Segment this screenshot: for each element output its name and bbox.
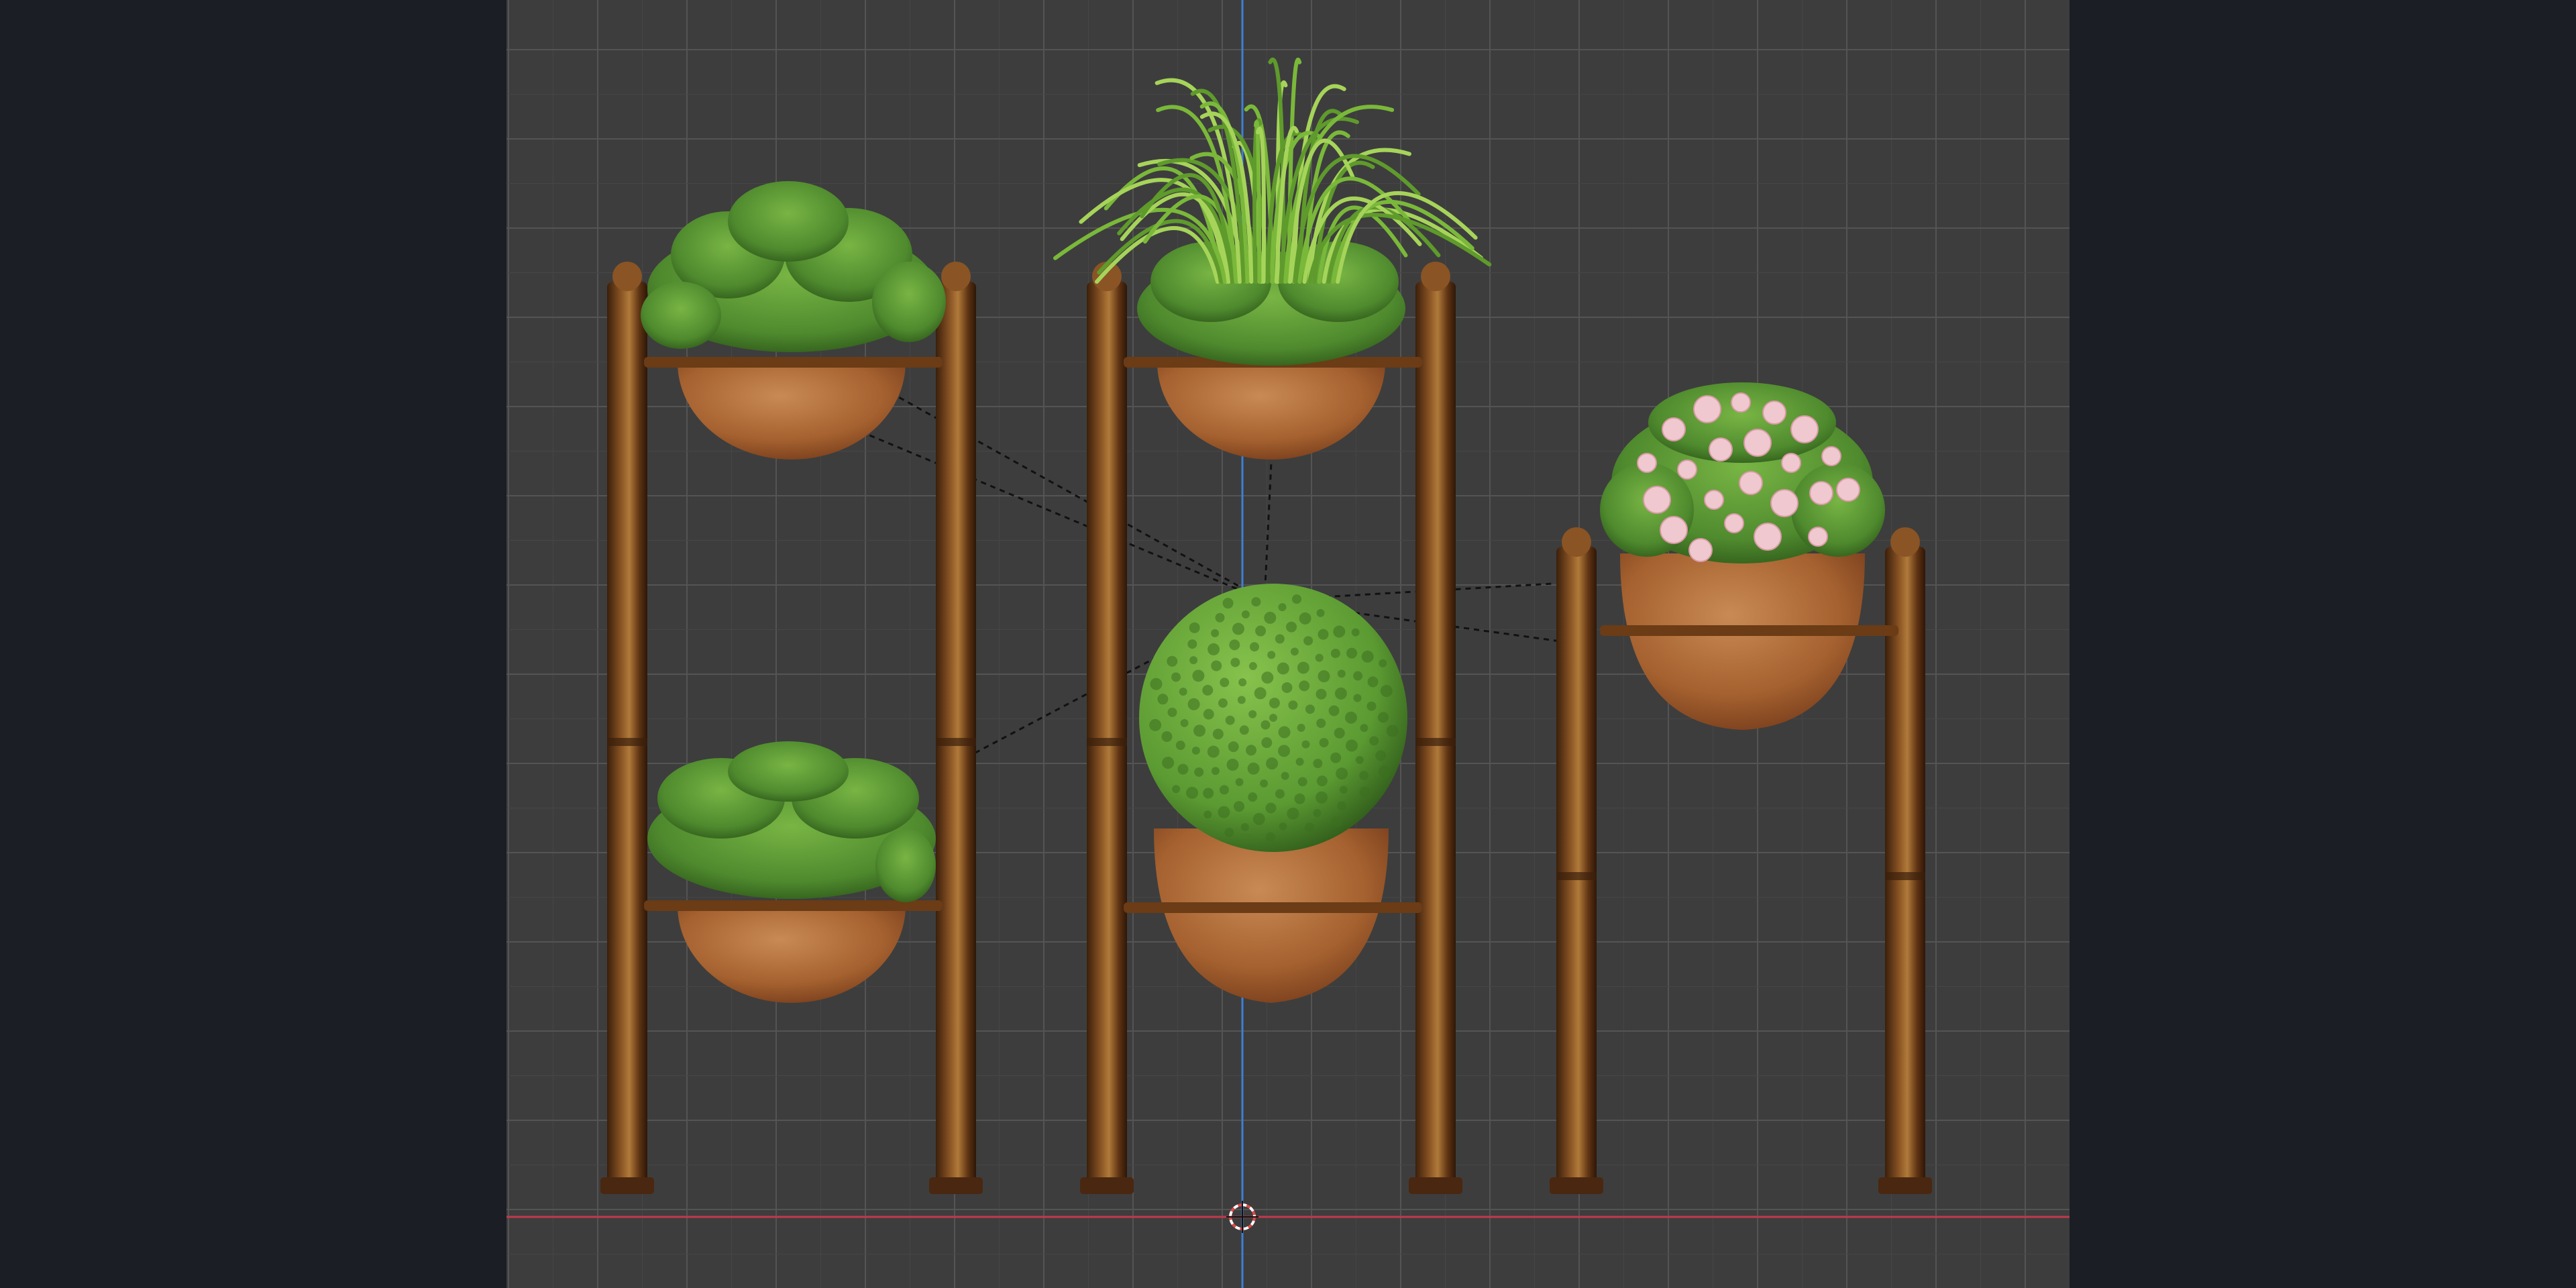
left-bottom-ivy bbox=[647, 741, 936, 902]
left-stand[interactable] bbox=[600, 181, 983, 1194]
left-stand-post-left bbox=[607, 282, 647, 1187]
blender-window bbox=[0, 0, 2576, 1288]
right-pot bbox=[1620, 553, 1865, 730]
right-stand[interactable] bbox=[1550, 382, 1932, 1194]
left-bottom-pot bbox=[678, 906, 906, 1003]
left-top-pot bbox=[678, 362, 906, 460]
center-stand[interactable] bbox=[1053, 57, 1492, 1194]
center-stand-post-right bbox=[1415, 282, 1456, 1187]
center-stand-post-left bbox=[1087, 282, 1127, 1187]
right-stand-post-right bbox=[1885, 547, 1925, 1187]
3d-viewport[interactable] bbox=[506, 0, 2070, 1288]
right-stand-post-left bbox=[1556, 547, 1597, 1187]
3d-cursor[interactable] bbox=[1226, 1201, 1258, 1233]
center-top-pot bbox=[1157, 362, 1385, 460]
center-bottom-pot bbox=[1154, 828, 1389, 1003]
viewport-canvas[interactable] bbox=[506, 0, 2070, 1288]
right-editor-area bbox=[2070, 0, 2576, 1288]
center-top-ornamental-grass bbox=[1053, 57, 1492, 284]
left-stand-post-right bbox=[936, 282, 976, 1187]
left-editor-area bbox=[0, 0, 506, 1288]
